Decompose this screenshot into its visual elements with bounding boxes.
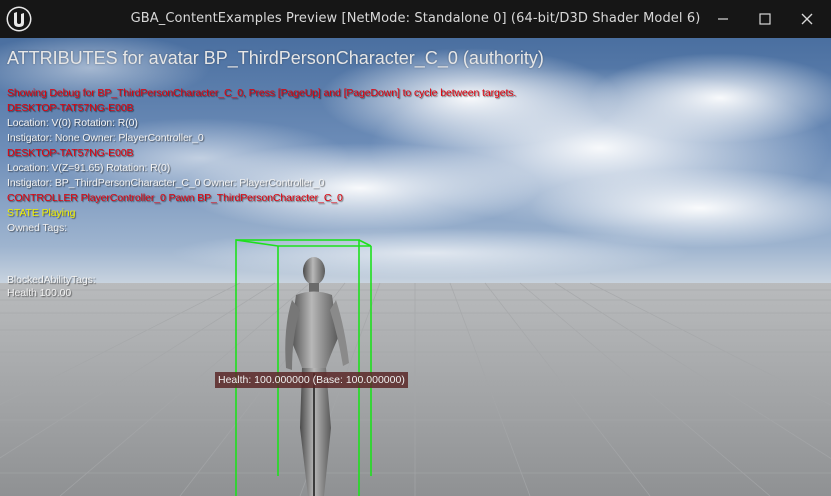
health-attribute-tag: Health: 100.000000 (Base: 100.000000) [215, 372, 408, 388]
debug-target-line: Showing Debug for BP_ThirdPersonCharacte… [7, 87, 517, 99]
debug-controller: CONTROLLER PlayerController_0 Pawn BP_Th… [7, 192, 343, 204]
debug-machine-name: DESKTOP-TAT57NG-E00B [7, 102, 134, 114]
debug-location-2: Location: V(Z=91.65) Rotation: R(0) [7, 162, 171, 174]
debug-instigator: Instigator: None Owner: PlayerController… [7, 132, 204, 144]
game-window: GBA_ContentExamples Preview [NetMode: St… [0, 0, 831, 496]
game-viewport[interactable]: ATTRIBUTES for avatar BP_ThirdPersonChar… [0, 38, 831, 496]
debug-blocked-ability-tags: BlockedAbilityTags: [7, 274, 96, 286]
minimize-button[interactable] [703, 4, 743, 34]
debug-health: Health 100.00 [7, 287, 72, 299]
title-bar[interactable]: GBA_ContentExamples Preview [NetMode: St… [0, 0, 831, 38]
close-icon [801, 13, 813, 25]
debug-location: Location: V(0) Rotation: R(0) [7, 117, 138, 129]
minimize-icon [718, 18, 728, 20]
debug-owned-tags: Owned Tags: [7, 222, 67, 234]
maximize-icon [759, 13, 771, 25]
debug-machine-name-2: DESKTOP-TAT57NG-E00B [7, 147, 134, 159]
maximize-button[interactable] [745, 4, 785, 34]
debug-state: STATE Playing [7, 207, 76, 219]
debug-instigator-2: Instigator: BP_ThirdPersonCharacter_C_0 … [7, 177, 325, 189]
attributes-heading: ATTRIBUTES for avatar BP_ThirdPersonChar… [7, 48, 544, 68]
close-button[interactable] [787, 4, 827, 34]
